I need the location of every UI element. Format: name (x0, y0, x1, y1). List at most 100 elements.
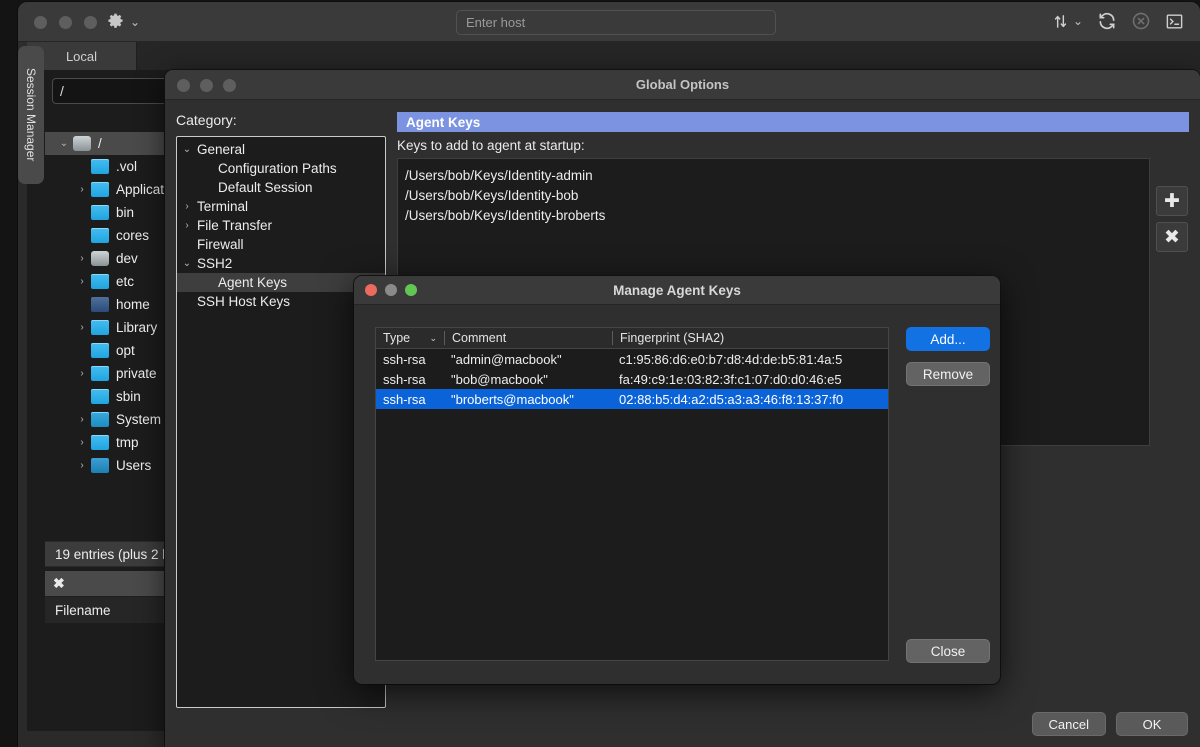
tree-item-label: cores (116, 228, 149, 243)
add-agent-key-button[interactable]: Add... (906, 327, 990, 351)
chevron-down-icon: ⌄ (1073, 15, 1083, 27)
manage-agent-keys-traffic-lights[interactable] (365, 284, 417, 296)
category-item-label: Firewall (197, 237, 244, 252)
open-terminal-button[interactable] (1165, 12, 1184, 31)
host-input[interactable] (456, 10, 776, 35)
folder-icon (91, 182, 109, 197)
session-manager-tab[interactable]: Session Manager (18, 46, 44, 184)
chevron-right-icon[interactable]: › (73, 460, 91, 471)
category-item-label: SSH2 (197, 256, 232, 271)
cancel-button-label: Cancel (1049, 717, 1089, 732)
remove-key-button[interactable]: ✖ (1156, 222, 1188, 252)
agent-keys-table-header: Type ⌄ Comment Fingerprint (SHA2) (376, 328, 888, 349)
agent-keys-side-buttons: ✚ ✖ (1156, 186, 1188, 252)
minimize-manage-agent-keys-button[interactable] (385, 284, 397, 296)
reconnect-icon (1097, 11, 1117, 31)
cell-comment: "bob@macbook" (444, 372, 612, 387)
chevron-right-icon[interactable]: › (177, 201, 197, 212)
transfer-mode-button[interactable]: ⌄ (1052, 13, 1083, 30)
category-item-configurationpaths[interactable]: Configuration Paths (177, 159, 385, 178)
tree-item-label: private (116, 366, 157, 381)
tree-item-label: dev (116, 251, 138, 266)
maximize-manage-agent-keys-button[interactable] (405, 284, 417, 296)
window-traffic-lights[interactable] (34, 16, 97, 29)
chevron-right-icon[interactable]: › (73, 368, 91, 379)
column-header-type[interactable]: Type ⌄ (376, 331, 444, 345)
reconnect-button[interactable] (1097, 11, 1117, 31)
chevron-right-icon[interactable]: › (73, 184, 91, 195)
category-item-label: Default Session (218, 180, 313, 195)
manage-agent-keys-titlebar: Manage Agent Keys (354, 276, 1000, 305)
tree-item-label: / (98, 136, 102, 151)
category-item-label: Configuration Paths (218, 161, 337, 176)
chevron-down-icon: ⌄ (429, 333, 437, 344)
agent-keys-pane-header: Agent Keys (397, 112, 1189, 132)
category-item-filetransfer[interactable]: ›File Transfer (177, 216, 385, 235)
column-header-type-label: Type (383, 331, 410, 345)
tree-item-label: Library (116, 320, 157, 335)
minimize-global-options-button[interactable] (200, 79, 213, 92)
column-header-fingerprint[interactable]: Fingerprint (SHA2) (612, 331, 888, 345)
close-icon[interactable]: ✖ (53, 575, 65, 592)
agent-key-path-item[interactable]: /Users/bob/Keys/Identity-bob (405, 186, 1149, 206)
cell-fingerprint: 02:88:b5:d4:a2:d5:a3:a3:46:f8:13:37:f0 (612, 392, 888, 407)
disconnect-button[interactable] (1131, 11, 1151, 31)
tree-item-label: Users (116, 458, 151, 473)
column-header-comment[interactable]: Comment (444, 331, 612, 345)
ok-button[interactable]: OK (1116, 712, 1188, 736)
maximize-global-options-button[interactable] (223, 79, 236, 92)
entries-status-text: 19 entries (plus 2 hid (55, 547, 180, 562)
category-item-defaultsession[interactable]: Default Session (177, 178, 385, 197)
category-item-label: General (197, 142, 245, 157)
close-global-options-button[interactable] (177, 79, 190, 92)
disconnect-icon (1131, 11, 1151, 31)
chevron-right-icon[interactable]: › (73, 276, 91, 287)
remove-agent-key-button[interactable]: Remove (906, 362, 990, 386)
category-item-label: SSH Host Keys (197, 294, 290, 309)
folder-icon (91, 205, 109, 220)
chevron-right-icon[interactable]: › (73, 437, 91, 448)
category-item-firewall[interactable]: Firewall (177, 235, 385, 254)
close-window-button[interactable] (34, 16, 47, 29)
chevron-down-icon[interactable]: ⌄ (177, 258, 197, 269)
close-agent-keys-button[interactable]: Close (906, 639, 990, 663)
global-options-title: Global Options (636, 77, 729, 92)
screen-root: ⌄ ⌄ (0, 0, 1200, 747)
category-item-terminal[interactable]: ›Terminal (177, 197, 385, 216)
add-key-button[interactable]: ✚ (1156, 186, 1188, 216)
table-row[interactable]: ssh-rsa"broberts@macbook"02:88:b5:d4:a2:… (376, 389, 888, 409)
category-item-general[interactable]: ⌄General (177, 140, 385, 159)
category-item-label: Terminal (197, 199, 248, 214)
minimize-window-button[interactable] (59, 16, 72, 29)
chevron-right-icon[interactable]: › (177, 220, 197, 231)
chevron-right-icon[interactable]: › (73, 414, 91, 425)
global-options-traffic-lights[interactable] (177, 79, 236, 92)
tree-item-label: sbin (116, 389, 141, 404)
plus-icon: ✚ (1164, 190, 1180, 213)
category-item-ssh2[interactable]: ⌄SSH2 (177, 254, 385, 273)
chevron-down-icon[interactable]: ⌄ (177, 144, 197, 155)
agent-keys-pane-title: Agent Keys (406, 115, 480, 130)
chevron-right-icon[interactable]: › (73, 322, 91, 333)
remove-agent-key-label: Remove (923, 367, 973, 382)
gear-icon (106, 12, 125, 31)
tab-strip-empty-area (137, 42, 1200, 70)
cell-type: ssh-rsa (376, 392, 444, 407)
main-titlebar: ⌄ ⌄ (18, 2, 1200, 42)
users-folder-icon (91, 458, 109, 473)
chevron-down-icon[interactable]: ⌄ (55, 138, 73, 149)
close-manage-agent-keys-button[interactable] (365, 284, 377, 296)
cancel-button[interactable]: Cancel (1032, 712, 1106, 736)
settings-menu-button[interactable]: ⌄ (106, 12, 140, 31)
cell-fingerprint: fa:49:c9:1e:03:82:3f:c1:07:d0:d0:46:e5 (612, 372, 888, 387)
agent-key-path-item[interactable]: /Users/bob/Keys/Identity-admin (405, 166, 1149, 186)
add-agent-key-label: Add... (930, 332, 965, 347)
file-browser-pane: / ⌄/.vol›Applicatiobincores›dev›etchome›… (27, 70, 185, 747)
table-row[interactable]: ssh-rsa"bob@macbook"fa:49:c9:1e:03:82:3f… (376, 369, 888, 389)
chevron-right-icon[interactable]: › (73, 253, 91, 264)
folder-icon (91, 320, 109, 335)
table-row[interactable]: ssh-rsa"admin@macbook"c1:95:86:d6:e0:b7:… (376, 349, 888, 369)
maximize-window-button[interactable] (84, 16, 97, 29)
close-icon: ✖ (1164, 226, 1180, 249)
agent-key-path-item[interactable]: /Users/bob/Keys/Identity-broberts (405, 206, 1149, 226)
